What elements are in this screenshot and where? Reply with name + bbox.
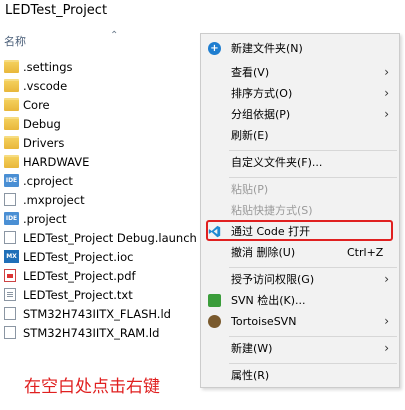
list-item[interactable]: .settings [0, 57, 200, 76]
menu-item-label: SVN 检出(K)... [231, 294, 306, 307]
list-item[interactable]: STM32H743IITX_RAM.ld [0, 323, 200, 342]
list-item[interactable]: .vscode [0, 76, 200, 95]
sort-ascending-icon: ⌃ [110, 30, 119, 41]
highlight-box [206, 220, 393, 241]
list-item[interactable]: Core [0, 95, 200, 114]
menu-item-label: TortoiseSVN [231, 315, 297, 328]
file-name: .settings [23, 59, 73, 74]
column-name-header[interactable]: 名称 [4, 33, 26, 49]
list-item[interactable]: IDE .project [0, 209, 200, 228]
context-menu: + 新建文件夹(N) 查看(V) › 排序方式(O) › 分组依据(P) › 刷… [200, 33, 400, 388]
chevron-right-icon: › [384, 272, 389, 286]
menu-item-paste[interactable]: 粘贴(P) [201, 179, 399, 200]
file-name: .mxproject [23, 192, 85, 207]
list-item[interactable]: LEDTest_Project Debug.launch [0, 228, 200, 247]
list-item[interactable]: IDE .cproject [0, 171, 200, 190]
file-name: .cproject [23, 173, 73, 188]
tortoisesvn-icon [208, 315, 221, 328]
menu-item-label: 刷新(E) [231, 129, 269, 142]
menu-item-view[interactable]: 查看(V) › [201, 62, 399, 83]
svn-checkout-icon [208, 294, 221, 307]
chevron-right-icon: › [384, 107, 389, 121]
new-folder-icon: + [208, 42, 221, 55]
document-icon [4, 231, 16, 244]
menu-item-label: 新建(W) [231, 342, 273, 355]
list-item[interactable]: STM32H743IITX_FLASH.ld [0, 304, 200, 323]
file-name: LEDTest_Project.ioc [23, 249, 134, 264]
stm32cubemx-icon: MX [4, 250, 19, 263]
document-icon [4, 326, 16, 339]
folder-icon [4, 60, 19, 73]
menu-item-grant-access[interactable]: 授予访问权限(G) › [201, 269, 399, 290]
list-item[interactable]: .mxproject [0, 190, 200, 209]
file-name: LEDTest_Project.pdf [23, 268, 136, 283]
menu-separator [229, 177, 397, 178]
menu-item-label: 自定义文件夹(F)... [231, 156, 323, 169]
folder-icon [4, 79, 19, 92]
menu-separator [229, 363, 397, 364]
menu-item-label: 授予访问权限(G) [231, 273, 315, 286]
menu-separator [229, 150, 397, 151]
file-list: .settings .vscode Core Debug Drivers HAR… [0, 57, 200, 342]
file-name: Drivers [23, 135, 65, 150]
menu-item-customize-folder[interactable]: 自定义文件夹(F)... [201, 152, 399, 173]
ide-file-icon: IDE [4, 212, 19, 225]
menu-item-label: 粘贴快捷方式(S) [231, 204, 313, 217]
file-name: STM32H743IITX_FLASH.ld [23, 306, 171, 321]
list-item[interactable]: LEDTest_Project.pdf [0, 266, 200, 285]
file-name: .project [23, 211, 67, 226]
file-name: LEDTest_Project Debug.launch [23, 230, 197, 245]
menu-item-refresh[interactable]: 刷新(E) [201, 125, 399, 146]
file-name: HARDWAVE [23, 154, 90, 169]
list-item[interactable]: LEDTest_Project.txt [0, 285, 200, 304]
annotation-text: 在空白处点击右键 [24, 377, 160, 397]
folder-icon [4, 155, 19, 168]
menu-item-label: 属性(R) [231, 369, 270, 382]
menu-item-label: 撤消 删除(U) [231, 246, 296, 259]
menu-item-label: 粘贴(P) [231, 183, 269, 196]
menu-separator [229, 336, 397, 337]
menu-item-paste-shortcut[interactable]: 粘贴快捷方式(S) [201, 200, 399, 221]
menu-item-new-folder[interactable]: + 新建文件夹(N) [201, 38, 399, 59]
list-item[interactable]: HARDWAVE [0, 152, 200, 171]
menu-item-undo-delete[interactable]: 撤消 删除(U) Ctrl+Z [201, 242, 399, 263]
menu-item-properties[interactable]: 属性(R) [201, 365, 399, 386]
list-item[interactable]: Drivers [0, 133, 200, 152]
menu-item-label: 新建文件夹(N) [231, 42, 303, 55]
file-name: LEDTest_Project.txt [23, 287, 133, 302]
list-item[interactable]: MX LEDTest_Project.ioc [0, 247, 200, 266]
title-bar: LEDTest_Project [0, 0, 405, 26]
menu-item-group-by[interactable]: 分组依据(P) › [201, 104, 399, 125]
menu-item-svn-checkout[interactable]: SVN 检出(K)... [201, 290, 399, 311]
menu-item-tortoisesvn[interactable]: TortoiseSVN › [201, 311, 399, 332]
menu-item-label: 排序方式(O) [231, 87, 293, 100]
menu-item-label: 分组依据(P) [231, 108, 291, 121]
chevron-right-icon: › [384, 341, 389, 355]
menu-separator [229, 267, 397, 268]
ide-file-icon: IDE [4, 174, 19, 187]
shortcut-label: Ctrl+Z [347, 246, 384, 259]
file-name: .vscode [23, 78, 68, 93]
menu-item-sort-by[interactable]: 排序方式(O) › [201, 83, 399, 104]
file-name: STM32H743IITX_RAM.ld [23, 325, 160, 340]
chevron-right-icon: › [384, 86, 389, 100]
chevron-right-icon: › [384, 65, 389, 79]
pdf-icon [4, 269, 16, 282]
menu-item-new[interactable]: 新建(W) › [201, 338, 399, 359]
folder-icon [4, 117, 19, 130]
text-file-icon [4, 288, 16, 301]
file-name: Core [23, 97, 50, 112]
folder-icon [4, 98, 19, 111]
document-icon [4, 193, 16, 206]
chevron-right-icon: › [384, 314, 389, 328]
window-title: LEDTest_Project [5, 3, 108, 18]
file-name: Debug [23, 116, 61, 131]
document-icon [4, 307, 16, 320]
folder-icon [4, 136, 19, 149]
list-item[interactable]: Debug [0, 114, 200, 133]
menu-item-label: 查看(V) [231, 66, 270, 79]
